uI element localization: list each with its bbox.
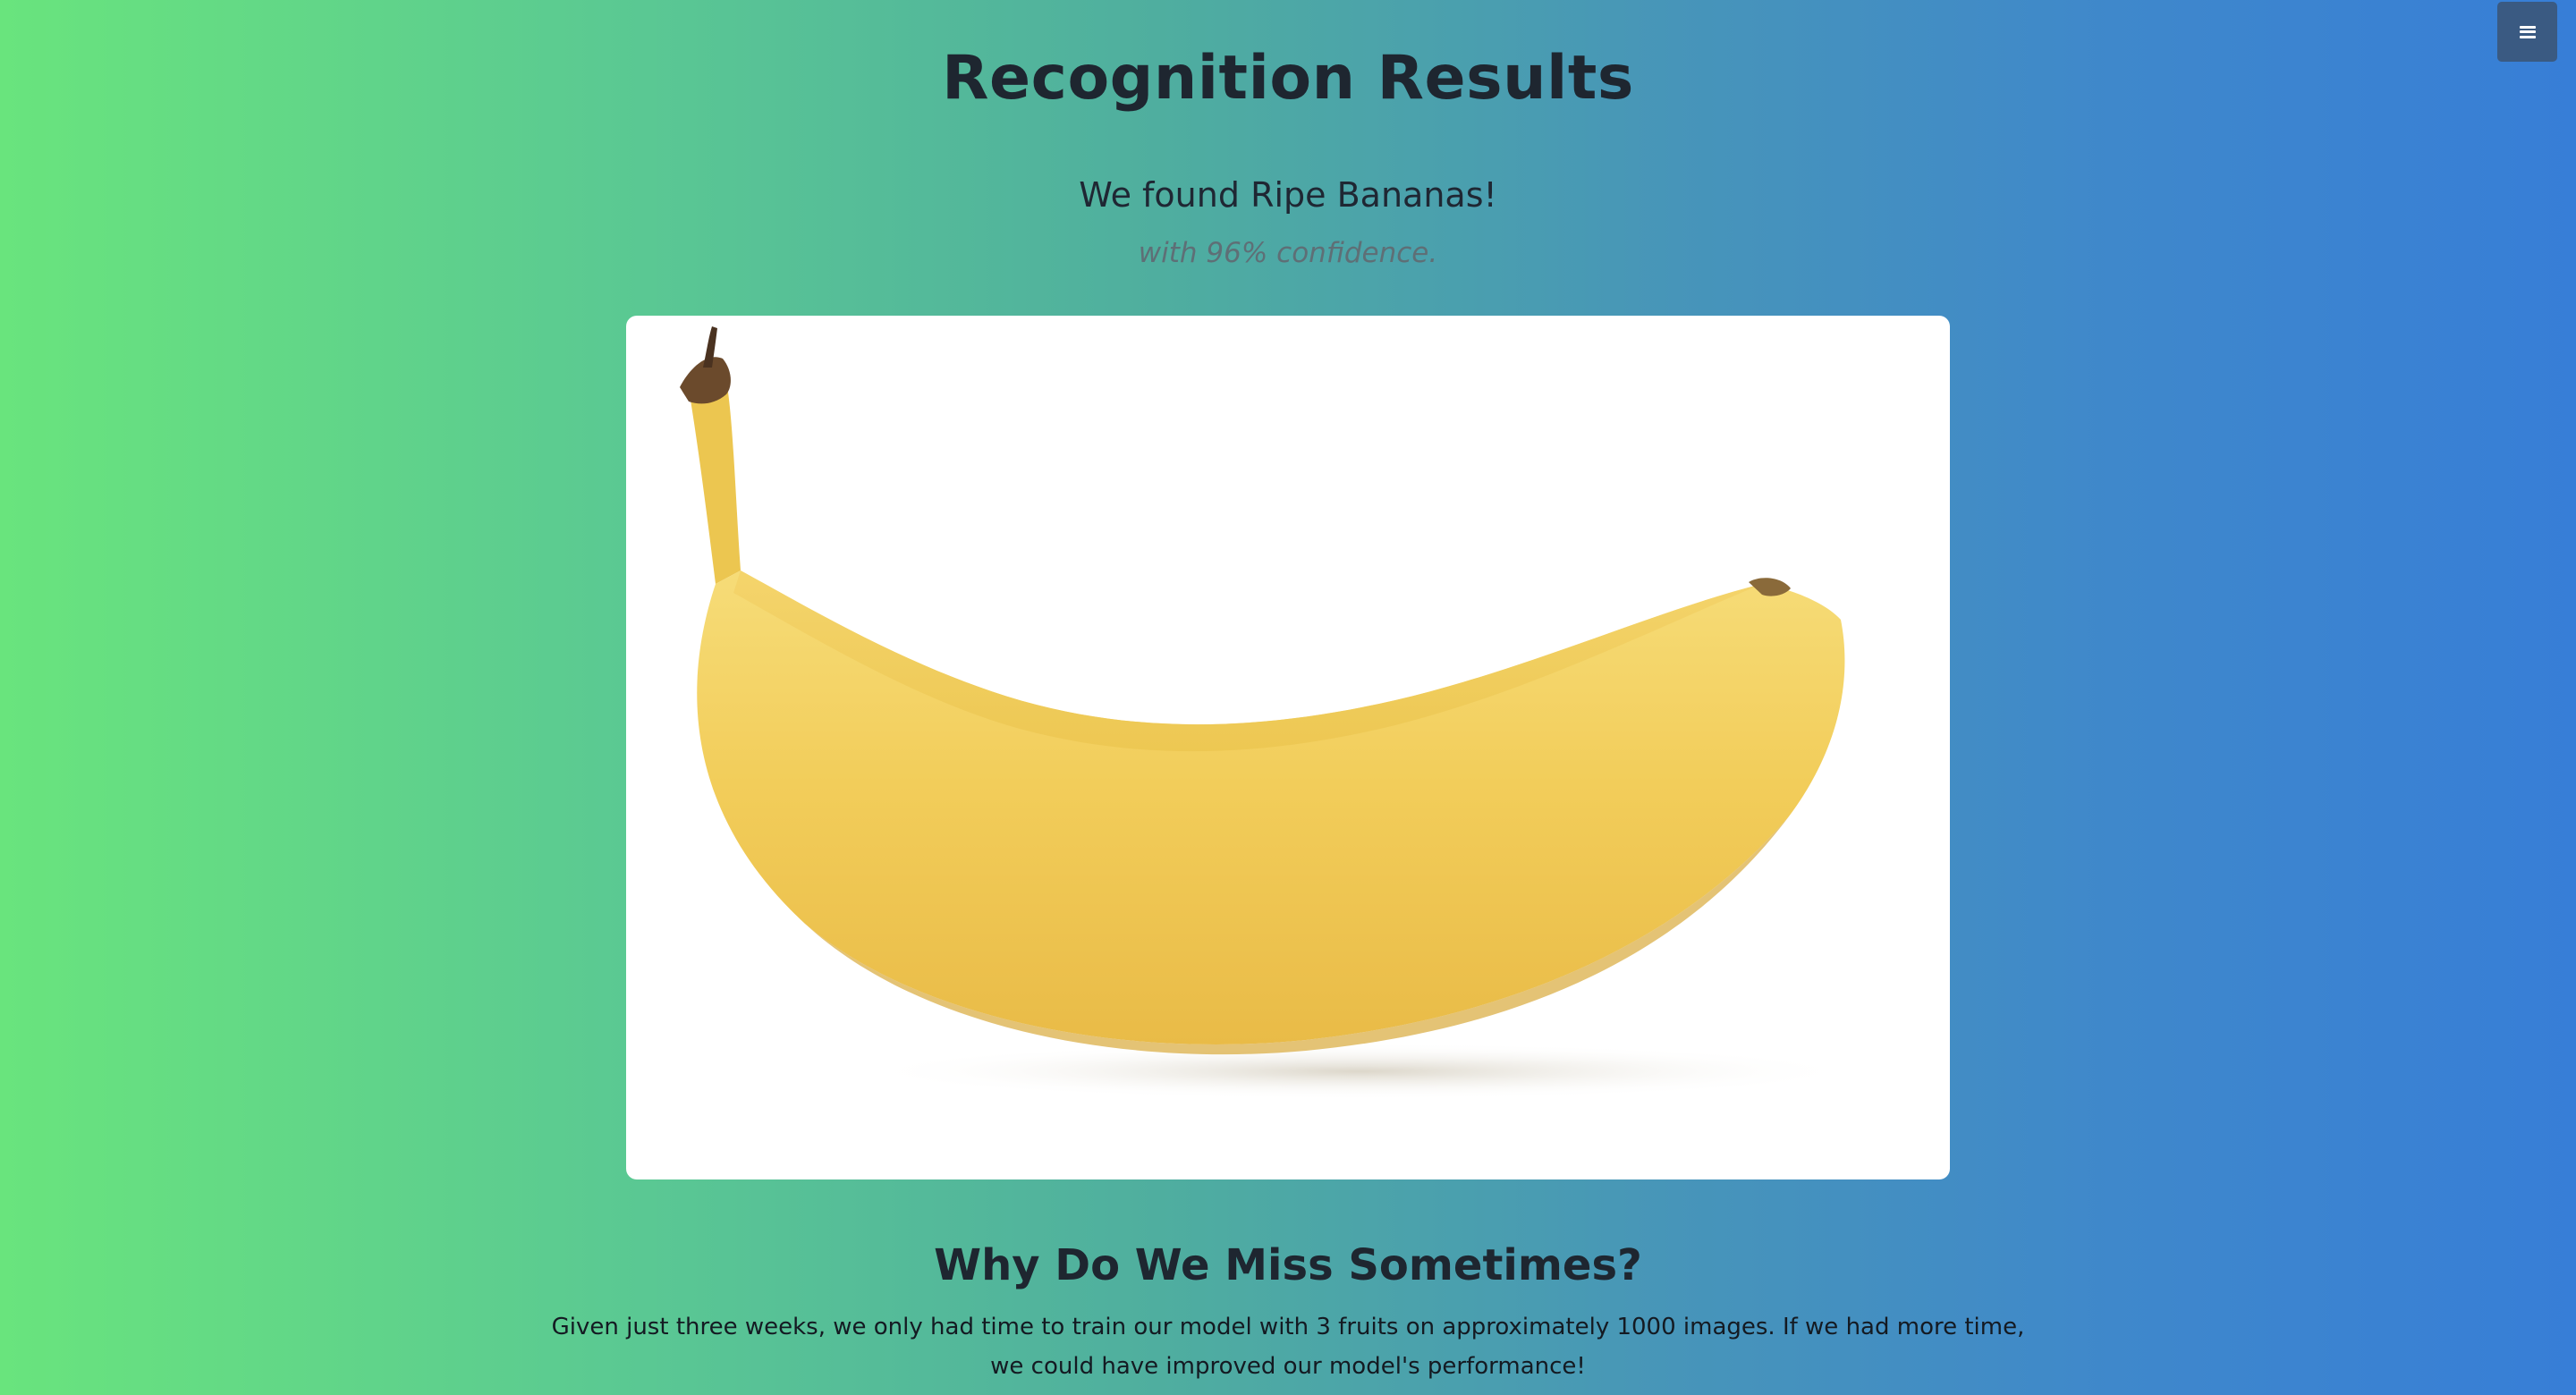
section-heading: Why Do We Miss Sometimes? [934, 1240, 1642, 1290]
confidence-text: with 96% confidence. [1138, 237, 1438, 269]
uploaded-image [626, 316, 1950, 1179]
page-title: Recognition Results [942, 43, 1634, 114]
result-prefix: We found [1079, 175, 1251, 215]
result-line: We found Ripe Bananas! [0, 168, 2576, 222]
banana-image [680, 326, 1860, 1100]
section-body-text: Given just three weeks, we only had time… [551, 1314, 2025, 1380]
result-fruit-name: Ripe Bananas! [1250, 175, 1497, 215]
